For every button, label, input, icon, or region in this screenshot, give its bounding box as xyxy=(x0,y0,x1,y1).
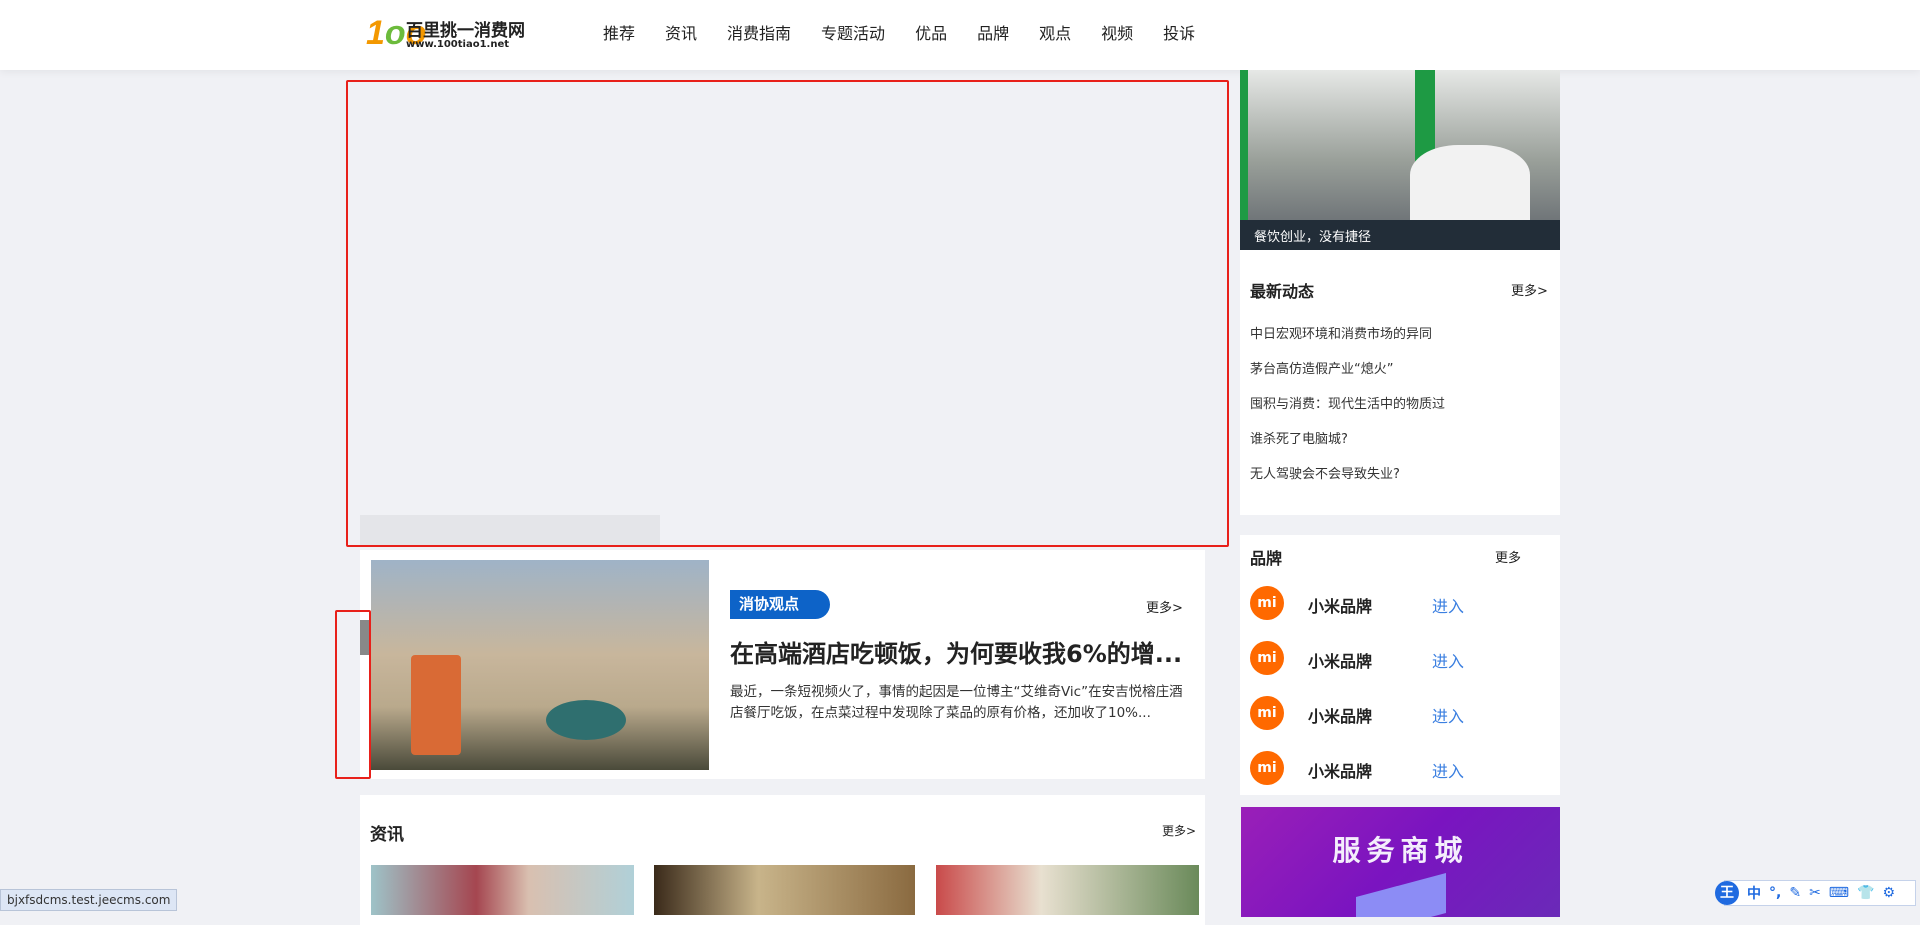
store-graphic xyxy=(1356,872,1446,917)
ime-keyboard-icon[interactable]: ⌨ xyxy=(1829,885,1849,901)
suitcase-shape xyxy=(411,655,461,755)
xiaomi-logo-icon: mi xyxy=(1250,641,1284,675)
feature-summary: 最近，一条短视频火了，事情的起因是一位博主“艾维奇Vic”在安吉悦榕庄酒店餐厅吃… xyxy=(730,684,1183,721)
brand-title: 品牌 xyxy=(1250,549,1283,568)
xiaomi-logo-icon: mi xyxy=(1250,751,1284,785)
logo-name: 百里挑一消费网 xyxy=(406,21,525,41)
ime-scissors-icon[interactable]: ✂ xyxy=(1809,885,1821,901)
latest-item[interactable]: 囤积与消费：现代生活中的物质过 xyxy=(1250,393,1445,412)
brand-row: mi 小米品牌 进入 xyxy=(1250,586,1550,626)
brand-name: 小米品牌 xyxy=(1308,762,1373,781)
main-nav: 推荐 资讯 消费指南 专题活动 优品 品牌 观点 视频 投诉 xyxy=(603,20,1225,44)
latest-item[interactable]: 无人驾驶会不会导致失业? xyxy=(1250,463,1400,482)
table-shape xyxy=(546,700,626,740)
more-link[interactable]: 更多> xyxy=(1146,597,1183,616)
ime-skin-icon[interactable]: 👕 xyxy=(1857,885,1874,901)
ime-settings-icon[interactable]: ⚙ xyxy=(1882,885,1895,901)
nav-item[interactable]: 品牌 xyxy=(977,20,1009,44)
browser-status-bar: bjxfsdcms.test.jeecms.com xyxy=(0,889,178,911)
brand-row: mi 小米品牌 进入 xyxy=(1250,641,1550,681)
side-banner-caption: 餐饮创业，没有捷径 xyxy=(1254,230,1372,245)
nav-item[interactable]: 观点 xyxy=(1039,20,1071,44)
news-section-title: 资讯 xyxy=(370,825,404,845)
ime-punct-icon[interactable]: °, xyxy=(1769,885,1781,901)
nav-item[interactable]: 资讯 xyxy=(665,20,697,44)
brand-enter-link[interactable]: 进入 xyxy=(1432,703,1464,727)
brand-row: mi 小米品牌 进入 xyxy=(1250,696,1550,736)
xiaomi-logo-icon: mi xyxy=(1250,586,1284,620)
news-thumb[interactable] xyxy=(936,865,1199,915)
nav-item[interactable]: 投诉 xyxy=(1163,20,1195,44)
wall-stripe xyxy=(1240,70,1248,220)
nav-item[interactable]: 专题活动 xyxy=(821,20,885,44)
highlight-box-small xyxy=(335,610,371,779)
ime-logo-icon[interactable]: 王 xyxy=(1715,881,1739,905)
header: 1oo 百里挑一消费网 www.100tiao1.net 推荐 资讯 消费指南 … xyxy=(0,0,1920,70)
side-banner-image[interactable]: 餐饮创业，没有捷径 xyxy=(1240,70,1560,250)
nav-item[interactable]: 优品 xyxy=(915,20,947,44)
ime-toolbar: 王 中 °, ✎ ✂ ⌨ 👕 ⚙ xyxy=(1715,880,1916,906)
nav-item[interactable]: 视频 xyxy=(1101,20,1133,44)
news-thumb[interactable] xyxy=(371,865,634,915)
ime-lang-icon[interactable]: 中 xyxy=(1747,883,1761,903)
latest-title: 最新动态 xyxy=(1250,282,1315,301)
section-tag[interactable]: 消协观点 xyxy=(730,590,830,619)
brand-enter-link[interactable]: 进入 xyxy=(1432,648,1464,672)
logo-url: www.100tiao1.net xyxy=(406,39,510,50)
latest-item[interactable]: 谁杀死了电脑城? xyxy=(1250,428,1348,447)
brand-name: 小米品牌 xyxy=(1308,707,1373,726)
latest-more-link[interactable]: 更多> xyxy=(1511,280,1548,299)
brand-name: 小米品牌 xyxy=(1308,652,1373,671)
brand-more-link[interactable]: 更多 xyxy=(1495,547,1521,566)
news-more-link[interactable]: 更多> xyxy=(1162,822,1196,839)
news-thumb[interactable] xyxy=(654,865,915,915)
latest-item[interactable]: 中日宏观环境和消费市场的异同 xyxy=(1250,323,1432,342)
brand-enter-link[interactable]: 进入 xyxy=(1432,593,1464,617)
highlight-box xyxy=(346,80,1229,547)
brand-enter-link[interactable]: 进入 xyxy=(1432,758,1464,782)
xiaomi-logo-icon: mi xyxy=(1250,696,1284,730)
latest-item[interactable]: 茅台高仿造假产业“熄火” xyxy=(1250,358,1393,377)
ime-pen-icon[interactable]: ✎ xyxy=(1789,885,1801,901)
nav-item[interactable]: 消费指南 xyxy=(727,20,791,44)
person-shape xyxy=(1410,145,1530,220)
promo-banner[interactable]: 服务商城 xyxy=(1241,807,1560,917)
promo-title: 服务商城 xyxy=(1332,834,1469,867)
feature-image[interactable] xyxy=(371,560,709,770)
feature-title[interactable]: 在高端酒店吃顿饭，为何要收我6%的增... xyxy=(730,634,1190,669)
nav-item[interactable]: 推荐 xyxy=(603,20,635,44)
site-logo[interactable]: 1oo 百里挑一消费网 www.100tiao1.net xyxy=(366,12,566,58)
brand-name: 小米品牌 xyxy=(1308,597,1373,616)
brand-row: mi 小米品牌 进入 xyxy=(1250,751,1550,791)
